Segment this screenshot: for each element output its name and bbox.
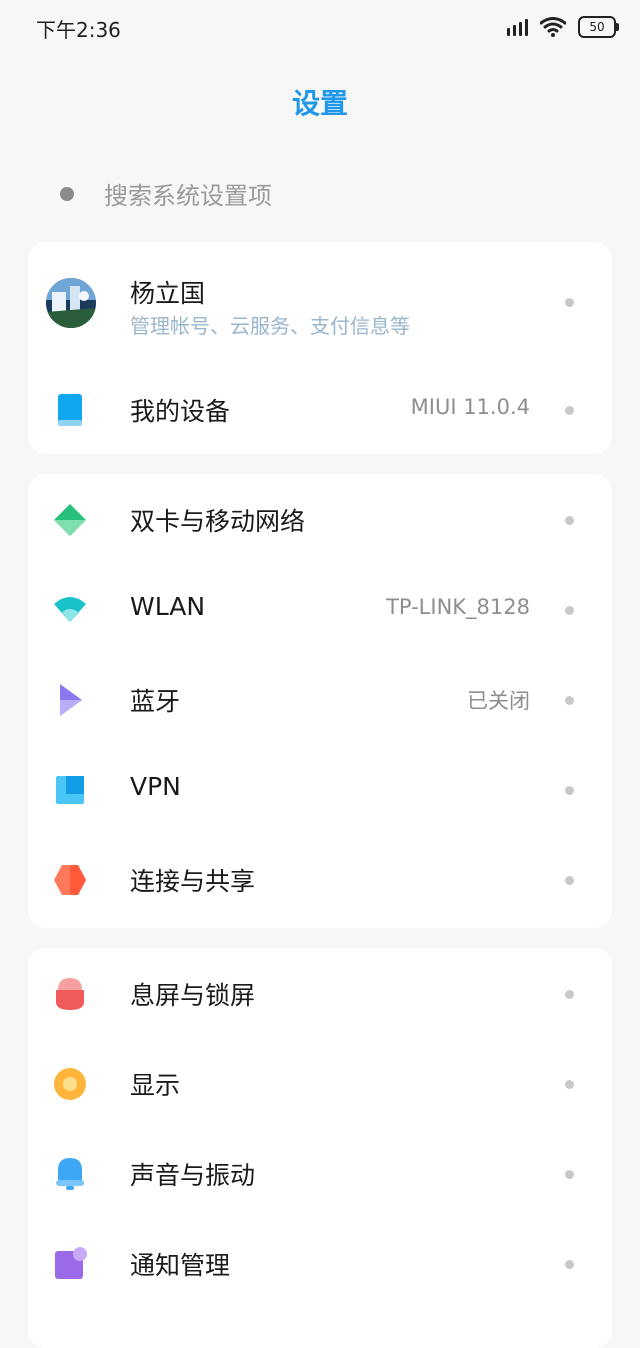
chevron-right-icon: [565, 1260, 574, 1269]
network-card: 双卡与移动网络 WLAN TP-LINK_8128 蓝牙 已关闭 VPN 连接与…: [28, 474, 612, 928]
account-name: 杨立国: [130, 279, 206, 308]
wlan-value: TP-LINK_8128: [386, 595, 530, 619]
device-icon: [58, 394, 82, 426]
bluetooth-icon: [60, 684, 82, 716]
wifi-status-icon: [540, 17, 566, 37]
chevron-right-icon: [565, 696, 574, 705]
lock-icon: [56, 978, 84, 1010]
sidebar-item-sound[interactable]: 声音与振动: [28, 1134, 612, 1214]
search-input[interactable]: 搜索系统设置项: [104, 176, 272, 211]
bluetooth-value: 已关闭: [467, 689, 530, 713]
sidebar-item-share[interactable]: 连接与共享: [28, 840, 612, 920]
chevron-right-icon: [565, 786, 574, 795]
sidebar-item-wlan[interactable]: WLAN TP-LINK_8128: [28, 570, 612, 650]
sim-card-icon: [54, 504, 86, 536]
chevron-right-icon: [565, 516, 574, 525]
wifi-icon: [54, 597, 86, 622]
device-value: MIUI 11.0.4: [410, 395, 530, 419]
chevron-right-icon: [565, 606, 574, 615]
chevron-right-icon: [565, 298, 574, 307]
sound-label: 声音与振动: [130, 1161, 256, 1190]
sidebar-item-sim[interactable]: 双卡与移动网络: [28, 480, 612, 560]
signal-icon: [507, 18, 528, 36]
chevron-right-icon: [565, 1170, 574, 1179]
sidebar-item-device[interactable]: 我的设备 MIUI 11.0.4: [28, 370, 612, 450]
sidebar-item-lockscreen[interactable]: 息屏与锁屏: [28, 954, 612, 1034]
bell-icon: [56, 1158, 84, 1190]
status-time: 下午2:36: [36, 18, 121, 42]
wlan-label: WLAN: [130, 592, 206, 621]
share-label: 连接与共享: [130, 867, 256, 896]
status-icons: 50: [507, 16, 619, 38]
status-bar: 下午2:36 50: [0, 0, 640, 56]
search-icon: [60, 186, 74, 201]
account-card: 杨立国 管理帐号、云服务、支付信息等 我的设备 MIUI 11.0.4: [28, 242, 612, 454]
sidebar-item-bluetooth[interactable]: 蓝牙 已关闭: [28, 660, 612, 740]
chevron-right-icon: [565, 1080, 574, 1089]
vpn-icon: [56, 776, 84, 804]
lockscreen-label: 息屏与锁屏: [130, 981, 256, 1010]
notifications-label: 通知管理: [130, 1251, 231, 1280]
bluetooth-label: 蓝牙: [130, 687, 181, 716]
sidebar-item-notifications[interactable]: 通知管理: [28, 1224, 612, 1304]
sim-label: 双卡与移动网络: [130, 507, 306, 536]
share-icon: [54, 865, 86, 895]
search-bar[interactable]: 搜索系统设置项: [60, 176, 272, 211]
chevron-right-icon: [565, 876, 574, 885]
system-card: 息屏与锁屏 显示 声音与振动 通知管理: [28, 948, 612, 1348]
notification-icon: [55, 1247, 87, 1279]
account-row[interactable]: 杨立国 管理帐号、云服务、支付信息等: [28, 242, 612, 362]
vpn-label: VPN: [130, 772, 181, 801]
avatar: [46, 278, 96, 328]
device-label: 我的设备: [130, 397, 231, 426]
page-title: 设置: [291, 87, 348, 120]
sidebar-item-vpn[interactable]: VPN: [28, 750, 612, 830]
chevron-right-icon: [565, 406, 574, 415]
account-subtitle: 管理帐号、云服务、支付信息等: [130, 314, 410, 338]
sidebar-item-display[interactable]: 显示: [28, 1044, 612, 1124]
display-label: 显示: [130, 1071, 181, 1100]
display-icon: [54, 1068, 86, 1100]
battery-icon: 50: [578, 16, 619, 38]
chevron-right-icon: [565, 990, 574, 999]
